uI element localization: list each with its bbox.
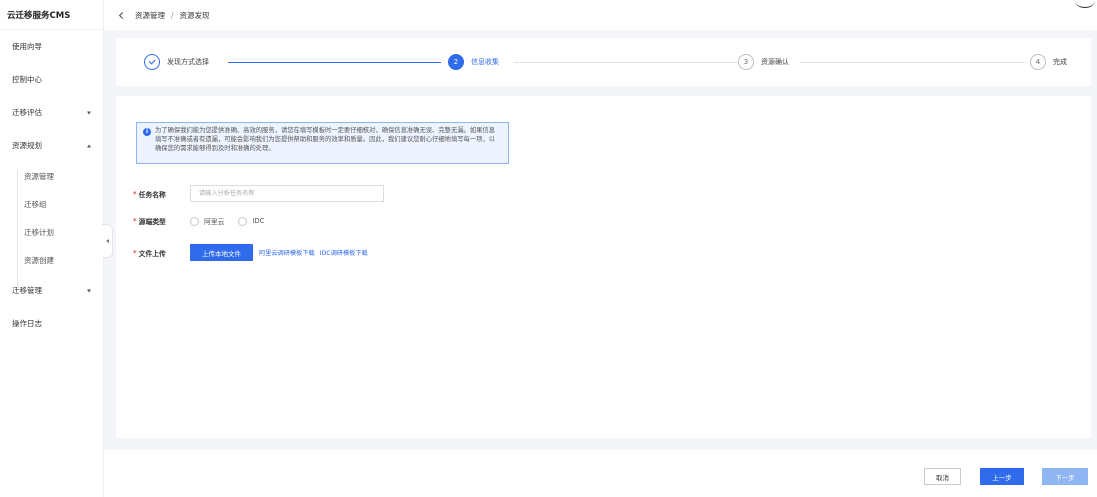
step-number: 2 — [448, 54, 464, 70]
cancel-button[interactable]: 取消 — [924, 468, 961, 485]
notice-banner: i 为了确保我们能为您提供准确、高效的服务，请您在填写模板时一定要仔细核对，确保… — [136, 122, 509, 164]
chevron-down-icon — [87, 289, 91, 292]
step-1: 发现方式选择 — [144, 54, 209, 70]
aliyun-template-download-link[interactable]: 阿里云调研模板下载 — [259, 248, 315, 257]
form-card: i 为了确保我们能为您提供准确、高效的服务，请您在填写模板时一定要仔细核对，确保… — [116, 96, 1091, 438]
steps-bar: 发现方式选择 2 信息收集 3 资源确认 4 完成 — [116, 38, 1091, 86]
sidebar-menu: 使用向导 控制中心 迁移评估 资源规划 资源管理 迁移组 迁移计划 资源创建 迁… — [0, 30, 103, 340]
top-bar: 资源管理 / 资源发现 — [104, 0, 1097, 30]
footer-bar: 取消 上一步 下一步 — [104, 450, 1097, 497]
info-icon: i — [143, 128, 151, 136]
radio-label: IDC — [252, 217, 265, 225]
sidebar-item-control-center[interactable]: 控制中心 — [0, 63, 103, 96]
radio-label: 阿里云 — [204, 218, 225, 226]
source-type-label: * 源端类型 — [133, 216, 190, 226]
sidebar-subitem-resource-creation[interactable]: 资源创建 — [0, 246, 103, 274]
step-label: 发现方式选择 — [167, 58, 209, 66]
task-name-input[interactable] — [190, 185, 384, 202]
source-type-row: * 源端类型 阿里云 IDC — [133, 216, 278, 226]
upload-local-file-button[interactable]: 上传本地文件 — [190, 244, 253, 261]
sidebar-subitem-resource-management[interactable]: 资源管理 — [0, 162, 103, 190]
main-content: 资源管理 / 资源发现 发现方式选择 2 信息收集 3 资源确认 4 完成 i … — [104, 0, 1097, 497]
radio-circle-icon — [238, 216, 248, 226]
resource-planning-submenu: 资源管理 迁移组 迁移计划 资源创建 — [0, 162, 103, 274]
notice-text: 为了确保我们能为您提供准确、高效的服务，请您在填写模板时一定要仔细核对，确保信息… — [155, 127, 496, 152]
sidebar-item-migration-assessment[interactable]: 迁移评估 — [0, 96, 103, 129]
breadcrumb-resource-management[interactable]: 资源管理 — [135, 10, 165, 21]
radio-aliyun[interactable]: 阿里云 — [190, 216, 224, 226]
sidebar-item-resource-planning[interactable]: 资源规划 — [0, 129, 103, 162]
field-label-text: 文件上传 — [138, 249, 166, 258]
sidebar-item-label: 资源规划 — [12, 141, 42, 150]
sidebar-item-label: 资源管理 — [24, 171, 54, 181]
required-mark: * — [133, 189, 137, 198]
breadcrumb-current: 资源发现 — [179, 10, 210, 20]
step-label: 信息收集 — [471, 58, 499, 66]
previous-step-button[interactable]: 上一步 — [980, 468, 1024, 485]
sidebar-subitem-migration-group[interactable]: 迁移组 — [0, 190, 103, 218]
step-connector — [800, 62, 1025, 63]
file-upload-label: * 文件上传 — [133, 248, 190, 258]
sidebar-item-label: 迁移评估 — [12, 108, 42, 117]
chevron-down-icon — [87, 111, 91, 114]
step-number: 3 — [738, 54, 754, 70]
step-number: 4 — [1030, 54, 1046, 70]
sidebar: 云迁移服务CMS 使用向导 控制中心 迁移评估 资源规划 资源管理 迁移组 迁移… — [0, 0, 104, 497]
back-icon[interactable] — [118, 11, 127, 19]
sidebar-item-label: 操作日志 — [12, 319, 42, 328]
step-label: 资源确认 — [761, 58, 789, 66]
required-mark: * — [133, 217, 137, 225]
step-4: 4 完成 — [1030, 54, 1067, 70]
sidebar-item-label: 资源创建 — [24, 255, 54, 265]
breadcrumb-separator: / — [171, 10, 174, 20]
radio-idc[interactable]: IDC — [238, 216, 265, 226]
sidebar-item-guide[interactable]: 使用向导 — [0, 30, 103, 63]
check-icon — [144, 54, 160, 70]
chevron-up-icon — [87, 144, 91, 147]
idc-template-download-link[interactable]: IDC调研模板下载 — [320, 248, 368, 257]
next-step-button[interactable]: 下一步 — [1042, 468, 1088, 485]
sidebar-item-label: 使用向导 — [12, 42, 42, 51]
radio-circle-icon — [190, 216, 199, 226]
sidebar-item-migration-management[interactable]: 迁移管理 — [0, 274, 103, 307]
file-upload-row: * 文件上传 上传本地文件 阿里云调研模板下载 IDC调研模板下载 — [133, 244, 373, 261]
sidebar-item-label: 迁移组 — [24, 199, 47, 209]
required-mark: * — [133, 248, 137, 257]
field-label-text: 源端类型 — [138, 218, 166, 226]
step-label: 完成 — [1053, 58, 1067, 66]
step-2: 2 信息收集 — [448, 54, 499, 70]
step-3: 3 资源确认 — [738, 54, 789, 70]
sidebar-item-operation-log[interactable]: 操作日志 — [0, 307, 103, 340]
submenu-divider — [17, 170, 18, 288]
sidebar-subitem-migration-plan[interactable]: 迁移计划 — [0, 218, 103, 246]
task-name-row: * 任务名称 — [133, 185, 384, 202]
sidebar-item-label: 控制中心 — [12, 75, 42, 84]
sidebar-item-label: 迁移计划 — [24, 227, 54, 237]
chevron-left-icon — [105, 239, 109, 243]
step-connector — [228, 62, 441, 63]
corner-decoration-icon — [1075, 0, 1095, 8]
step-connector — [514, 62, 738, 63]
app-title: 云迁移服务CMS — [0, 0, 103, 30]
field-label-text: 任务名称 — [138, 190, 166, 199]
sidebar-collapse-button[interactable] — [102, 224, 113, 258]
task-name-label: * 任务名称 — [133, 189, 190, 199]
